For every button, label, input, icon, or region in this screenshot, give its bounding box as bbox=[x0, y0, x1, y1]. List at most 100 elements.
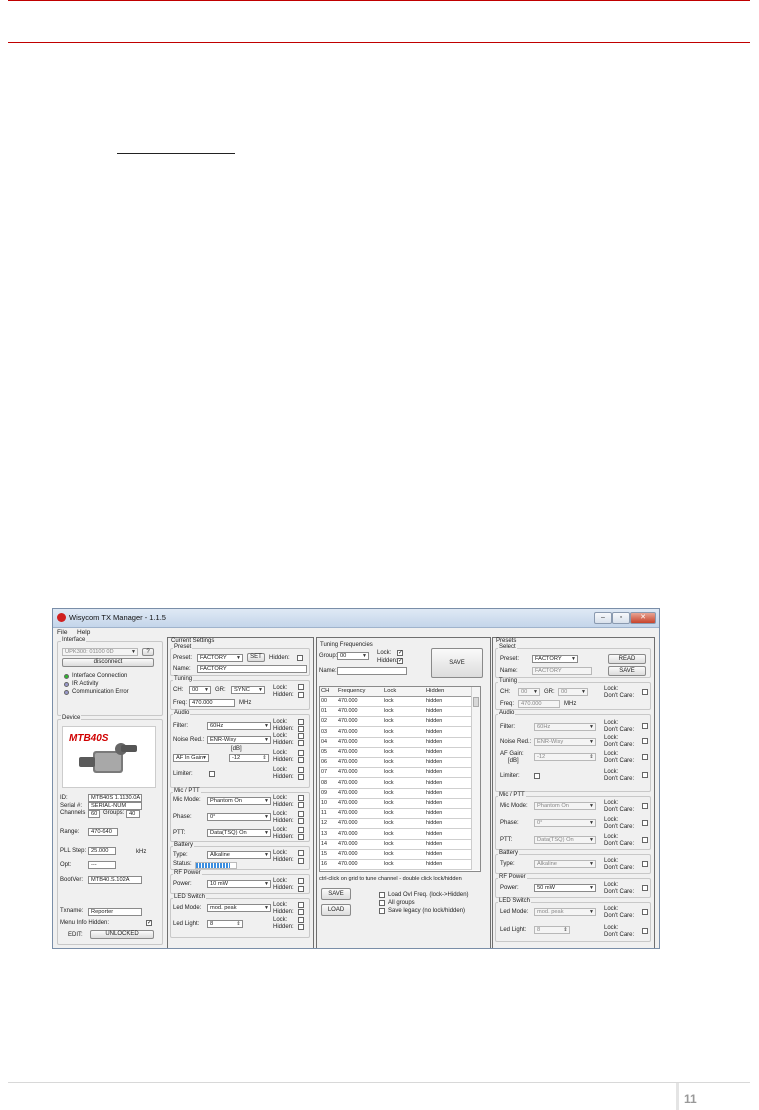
tuning-save-top-button[interactable]: SAVE bbox=[431, 648, 483, 678]
current-preset-select[interactable]: FACTORY ▼ bbox=[197, 654, 243, 662]
mic-lock-checkbox[interactable] bbox=[298, 811, 304, 817]
presets-mic-dontcare-checkbox[interactable] bbox=[642, 803, 648, 809]
rf-power-select[interactable]: 10 mW ▼ bbox=[207, 880, 271, 888]
lock-checkbox[interactable] bbox=[298, 684, 304, 690]
maximize-button[interactable]: ▫ bbox=[612, 612, 630, 624]
table-row[interactable]: 09 470.000 lock hidden bbox=[320, 789, 472, 799]
table-row[interactable]: 01 470.000 lock hidden bbox=[320, 707, 472, 718]
presets-mic-dontcare-checkbox[interactable] bbox=[642, 837, 648, 843]
audio-lock-checkbox[interactable] bbox=[298, 750, 304, 756]
presets-freq-input[interactable]: 470.000 bbox=[518, 700, 560, 708]
presets-ledlight-stepper[interactable]: 8 ⇕ bbox=[534, 926, 570, 934]
interface-port-select[interactable]: UPK300: 01100 0D ▼ bbox=[62, 648, 138, 656]
mic-hidden-checkbox[interactable] bbox=[298, 818, 304, 824]
audio-hidden-checkbox[interactable] bbox=[298, 774, 304, 780]
noise-select[interactable]: ENR-Wisy ▼ bbox=[207, 736, 271, 744]
disconnect-button[interactable]: disconnect bbox=[62, 658, 154, 667]
presets-led-dontcare-checkbox[interactable] bbox=[642, 909, 648, 915]
presets-limiter-checkbox[interactable] bbox=[534, 773, 540, 779]
presets-rf-checkbox[interactable] bbox=[642, 885, 648, 891]
battery-hidden-checkbox[interactable] bbox=[298, 858, 304, 864]
mic-hidden-checkbox[interactable] bbox=[298, 802, 304, 808]
presets-name-input[interactable]: FACTORY bbox=[532, 667, 592, 675]
table-scrollbar[interactable] bbox=[471, 687, 480, 870]
tuning-save-button[interactable]: SAVE bbox=[321, 888, 351, 900]
all-groups-checkbox[interactable] bbox=[379, 900, 385, 906]
presets-micmode-select[interactable]: Phantom On ▼ bbox=[534, 802, 596, 810]
ptt-select[interactable]: Data(TSQ) On ▼ bbox=[207, 829, 271, 837]
afin-select[interactable]: AF In Gain ▼ bbox=[173, 754, 209, 762]
current-ch-select[interactable]: 00 ▼ bbox=[189, 686, 211, 694]
table-row[interactable]: 10 470.000 lock hidden bbox=[320, 799, 472, 809]
unlocked-button[interactable]: UNLOCKED bbox=[90, 930, 154, 939]
current-freq-input[interactable]: 470.000 bbox=[189, 699, 235, 707]
presets-tuning-checkbox[interactable] bbox=[642, 689, 648, 695]
minimize-button[interactable]: – bbox=[594, 612, 612, 624]
presets-led-dontcare-checkbox[interactable] bbox=[642, 928, 648, 934]
set-button[interactable]: SET bbox=[247, 653, 265, 662]
tuning-lock-checkbox[interactable]: ✓ bbox=[397, 650, 403, 656]
tuning-load-button[interactable]: LOAD bbox=[321, 904, 351, 916]
table-row[interactable]: 11 470.000 lock hidden bbox=[320, 809, 472, 820]
close-button[interactable]: ✕ bbox=[630, 612, 656, 624]
current-hidden-checkbox[interactable] bbox=[297, 655, 303, 661]
txname-input[interactable]: Reporter bbox=[88, 908, 142, 916]
presets-audio-dontcare-checkbox[interactable] bbox=[642, 772, 648, 778]
presets-ledmode-select[interactable]: mod. peak ▼ bbox=[534, 908, 596, 916]
menu-info-hidden-checkbox[interactable]: ✓ bbox=[146, 920, 152, 926]
tuning-name-input[interactable] bbox=[337, 667, 407, 675]
audio-hidden-checkbox[interactable] bbox=[298, 757, 304, 763]
presets-gr-select[interactable]: 00 ▼ bbox=[558, 688, 588, 696]
audio-lock-checkbox[interactable] bbox=[298, 719, 304, 725]
tuning-group-select[interactable]: 00 ▼ bbox=[337, 652, 369, 660]
table-row[interactable]: 14 470.000 lock hidden bbox=[320, 840, 472, 850]
presets-ptt-select[interactable]: Data(TSQ) On ▼ bbox=[534, 836, 596, 844]
ledmode-select[interactable]: mod. peak ▼ bbox=[207, 904, 271, 912]
table-row[interactable]: 02 470.000 lock hidden bbox=[320, 717, 472, 728]
presets-mic-dontcare-checkbox[interactable] bbox=[642, 820, 648, 826]
rf-lock-checkbox[interactable] bbox=[298, 878, 304, 884]
mic-lock-checkbox[interactable] bbox=[298, 795, 304, 801]
filter-select[interactable]: 60Hz ▼ bbox=[207, 722, 271, 730]
micmode-select[interactable]: Phantom On ▼ bbox=[207, 797, 271, 805]
presets-ch-select[interactable]: 00 ▼ bbox=[518, 688, 540, 696]
led-lock-checkbox[interactable] bbox=[298, 917, 304, 923]
ledlight-stepper[interactable]: 8 ⇕ bbox=[207, 920, 243, 928]
led-lock-checkbox[interactable] bbox=[298, 902, 304, 908]
scrollbar-thumb[interactable] bbox=[473, 697, 479, 707]
help-button[interactable]: ? bbox=[142, 648, 154, 656]
mic-hidden-checkbox[interactable] bbox=[298, 834, 304, 840]
read-button[interactable]: READ bbox=[608, 654, 646, 664]
presets-audio-dontcare-checkbox[interactable] bbox=[642, 738, 648, 744]
table-row[interactable]: 15 470.000 lock hidden bbox=[320, 850, 472, 860]
load-ovl-checkbox[interactable] bbox=[379, 892, 385, 898]
limiter-checkbox[interactable] bbox=[209, 771, 215, 777]
menu-help[interactable]: Help bbox=[77, 629, 90, 636]
table-row[interactable]: 05 470.000 lock hidden bbox=[320, 748, 472, 758]
audio-lock-checkbox[interactable] bbox=[298, 733, 304, 739]
presets-battery-type-select[interactable]: Alkaline ▼ bbox=[534, 860, 596, 868]
current-gr-select[interactable]: SYNC ▼ bbox=[231, 686, 265, 694]
presets-afgain-stepper[interactable]: -12 ⇕ bbox=[534, 753, 596, 761]
table-row[interactable]: 08 470.000 lock hidden bbox=[320, 779, 472, 789]
current-name-input[interactable]: FACTORY bbox=[197, 665, 307, 673]
presets-preset-select[interactable]: FACTORY ▼ bbox=[532, 655, 578, 663]
mic-lock-checkbox[interactable] bbox=[298, 827, 304, 833]
table-row[interactable]: 16 470.000 lock hidden bbox=[320, 860, 472, 871]
presets-audio-dontcare-checkbox[interactable] bbox=[642, 754, 648, 760]
audio-hidden-checkbox[interactable] bbox=[298, 740, 304, 746]
led-hidden-checkbox[interactable] bbox=[298, 909, 304, 915]
table-row[interactable]: 04 470.000 lock hidden bbox=[320, 738, 472, 748]
hidden-checkbox[interactable] bbox=[298, 692, 304, 698]
tuning-hidden-checkbox[interactable]: ✓ bbox=[397, 658, 403, 664]
presets-power-select[interactable]: 50 mW ▼ bbox=[534, 884, 596, 892]
rf-hidden-checkbox[interactable] bbox=[298, 886, 304, 892]
table-row[interactable]: 06 470.000 lock hidden bbox=[320, 758, 472, 769]
table-row[interactable]: 12 470.000 lock hidden bbox=[320, 819, 472, 830]
afin-stepper[interactable]: -12 ⇕ bbox=[229, 754, 269, 762]
presets-phase-select[interactable]: 0° ▼ bbox=[534, 819, 596, 827]
presets-battery-checkbox[interactable] bbox=[642, 861, 648, 867]
battery-type-select[interactable]: Alkaline ▼ bbox=[207, 851, 271, 859]
table-row[interactable]: 03 470.000 lock hidden bbox=[320, 728, 472, 738]
presets-noise-select[interactable]: ENR-Wisy ▼ bbox=[534, 738, 596, 746]
